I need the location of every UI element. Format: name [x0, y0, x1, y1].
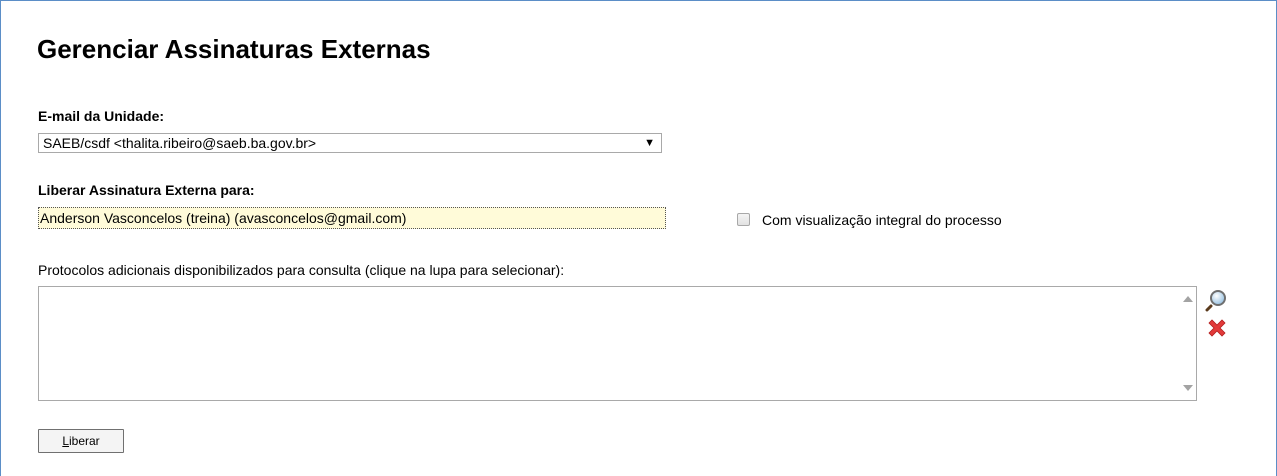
liberar-button-label: iberar — [69, 434, 100, 448]
protocolos-scrollbar[interactable] — [1179, 287, 1196, 400]
scroll-up-arrow-icon[interactable] — [1183, 296, 1193, 302]
liberar-button[interactable]: Liberar — [38, 429, 124, 453]
dropdown-arrow-icon: ▼ — [644, 137, 655, 149]
liberar-accesskey: L — [62, 434, 69, 448]
email-unidade-select[interactable]: SAEB/csdf <thalita.ribeiro@saeb.ba.gov.b… — [38, 133, 662, 153]
liberar-para-label: Liberar Assinatura Externa para: — [38, 182, 255, 198]
email-unidade-label: E-mail da Unidade: — [38, 108, 165, 124]
scroll-down-arrow-icon[interactable] — [1183, 385, 1193, 391]
content-frame — [0, 0, 1277, 476]
liberar-para-input[interactable]: Anderson Vasconcelos (treina) (avasconce… — [38, 207, 666, 229]
red-x-icon[interactable] — [1206, 318, 1228, 340]
page-title: Gerenciar Assinaturas Externas — [37, 34, 431, 64]
liberar-para-value: Anderson Vasconcelos (treina) (avasconce… — [40, 210, 407, 226]
visualizacao-integral-label: Com visualização integral do processo — [762, 212, 1002, 228]
visualizacao-integral-checkbox[interactable] — [737, 213, 750, 226]
magnifier-icon[interactable] — [1205, 288, 1227, 312]
protocolos-listbox[interactable] — [38, 286, 1197, 401]
email-unidade-selected-value: SAEB/csdf <thalita.ribeiro@saeb.ba.gov.b… — [43, 135, 317, 151]
protocolos-label: Protocolos adicionais disponibilizados p… — [38, 262, 565, 278]
